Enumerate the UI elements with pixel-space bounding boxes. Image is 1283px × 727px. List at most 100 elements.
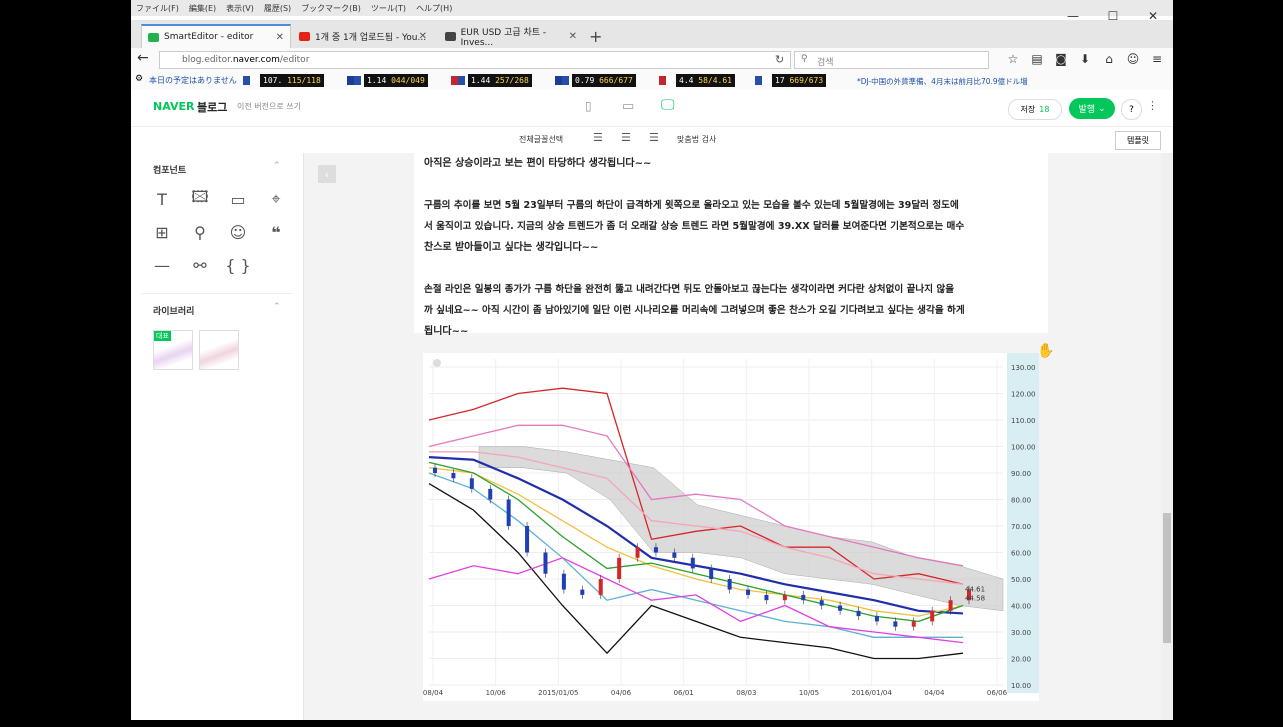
close-tab-icon[interactable]: ✕: [419, 31, 427, 42]
x-tick-label: 04/06: [611, 689, 632, 697]
tab-smarteditor[interactable]: SmartEditor - editor ✕: [141, 24, 291, 48]
collapse-icon[interactable]: ⌃: [273, 302, 281, 312]
tablet-view-icon[interactable]: ▭: [622, 99, 634, 114]
url-prefix: blog.editor.: [182, 55, 233, 65]
ticker-note: 本日の予定はありません: [149, 76, 237, 85]
menu-edit[interactable]: 編集(E): [184, 0, 221, 14]
paragraph: [424, 258, 1049, 279]
template-button[interactable]: 템플릿: [1115, 131, 1161, 150]
sticker-component-icon[interactable]: ☺: [225, 221, 251, 243]
pocket-icon[interactable]: ◙: [1049, 52, 1073, 66]
candle-body: [948, 600, 953, 611]
tab-label: 1개 중 1개 업로드됨 - You...: [315, 32, 427, 43]
candle-body: [819, 600, 824, 606]
pc-view-icon[interactable]: 🖵: [661, 97, 675, 113]
divider-component-icon[interactable]: —: [149, 254, 175, 276]
naver-logo[interactable]: NAVER: [153, 100, 194, 113]
file-component-icon[interactable]: ⊞: [149, 221, 175, 243]
scrollbar[interactable]: [1161, 153, 1173, 720]
mobile-view-icon[interactable]: ▯: [585, 99, 592, 113]
new-tab-icon[interactable]: +: [589, 27, 602, 46]
candle-body: [801, 594, 806, 601]
candle-body: [617, 557, 622, 579]
browser-window: ファイル(F) 編集(E) 表示(V) 履歴(S) ブックマーク(B) ツール(T) ヘルプ…: [131, 0, 1173, 720]
flag-icon: [347, 76, 361, 85]
ticker-eurusd[interactable]: 1.14 044/049: [347, 74, 428, 87]
candle-body: [451, 473, 456, 479]
ticker-quote: 115/118: [287, 76, 321, 85]
chevron-down-icon: ⌄: [1095, 103, 1106, 114]
flag-icon: [659, 76, 673, 85]
blog-header: NAVER 블로그 이전 버전으로 쓰기 ▯ ▭ 🖵 저장 18 발행 ⌄ ? …: [131, 90, 1173, 127]
ticker-dow[interactable]: 17 669/673: [755, 74, 827, 87]
news-ticker[interactable]: *DJ-中国の外貨準備、4月末は前月比70.9億ドル増: [857, 76, 1028, 87]
menu-tools[interactable]: ツール(T): [366, 0, 411, 14]
save-button[interactable]: 저장 18: [1008, 99, 1062, 120]
tab-investing[interactable]: EUR USD 고급 차트 - Inves... ✕: [439, 24, 583, 48]
collapse-icon[interactable]: ⌃: [273, 161, 281, 171]
scrollbar-thumb[interactable]: [1163, 513, 1171, 643]
code-component-icon[interactable]: { }: [225, 254, 251, 276]
ticker-value: 1.14: [367, 76, 387, 85]
help-button[interactable]: ?: [1121, 99, 1142, 120]
reload-icon[interactable]: ↻: [775, 53, 784, 66]
ticker-usdjpy[interactable]: 107. 115/118: [243, 74, 324, 87]
bookmark-star-icon[interactable]: ☆: [1001, 52, 1025, 66]
publish-button[interactable]: 발행 ⌄: [1069, 98, 1115, 119]
menu-help[interactable]: ヘルプ(H): [411, 0, 457, 14]
chart-image[interactable]: 130.00 120.00 110.00 100.00 90.00 80.00 70.00 6…: [423, 353, 1039, 701]
ticker-audusd[interactable]: 0.79 666/677: [555, 74, 636, 87]
old-version-link[interactable]: 이전 버전으로 쓰기: [237, 101, 301, 112]
align-right-icon[interactable]: ☰: [649, 131, 659, 144]
search-component-icon[interactable]: ⚲: [187, 221, 213, 243]
text-component-icon[interactable]: T: [149, 188, 175, 210]
chat-icon[interactable]: ☺: [1121, 52, 1145, 66]
ticker-gbpusd[interactable]: 1.44 257/268: [451, 74, 532, 87]
desktop-background: [1173, 0, 1283, 727]
panel-toggle-icon[interactable]: ‹: [318, 165, 336, 183]
back-icon[interactable]: ←: [137, 50, 149, 66]
align-center-icon[interactable]: ☰: [621, 131, 631, 144]
menu-view[interactable]: 表示(V): [221, 0, 259, 14]
y-tick-label: 10.00: [1011, 682, 1031, 690]
link-component-icon[interactable]: ⚯: [187, 254, 213, 276]
divider: [141, 293, 293, 294]
candle-body: [653, 547, 658, 553]
search-placeholder: 검색: [817, 58, 834, 68]
paragraph: 구름의 추이를 보면 5월 23일부터 구름의 하단이 급격하게 윗쪽으로 올라…: [424, 200, 959, 211]
tab-youtube[interactable]: 1개 중 1개 업로드됨 - You... ✕: [293, 24, 433, 48]
x-tick-label: 2016/01/04: [851, 689, 892, 697]
flag-icon: [451, 76, 465, 85]
url-domain: naver.com: [232, 55, 280, 65]
image-component-icon[interactable]: 🖾: [187, 187, 213, 210]
url-bar[interactable]: blog.editor.naver.com/editor: [159, 51, 791, 69]
more-options-icon[interactable]: ⋮: [1147, 99, 1158, 112]
x-tick-label: 08/03: [736, 689, 756, 697]
menu-bookmarks[interactable]: ブックマーク(B): [296, 0, 366, 14]
close-tab-icon[interactable]: ✕: [569, 31, 577, 42]
video-component-icon[interactable]: ▭: [225, 188, 251, 210]
hamburger-menu-icon[interactable]: ≡: [1145, 52, 1169, 66]
library-thumbnail[interactable]: 대표: [153, 330, 193, 370]
ticker-gbpjpy[interactable]: 4.4 58/4.61: [659, 74, 735, 87]
home-icon[interactable]: ⌂: [1097, 52, 1121, 66]
settings-gear-icon[interactable]: ⚙: [135, 74, 143, 84]
spellcheck-button[interactable]: 맞춤법 검사: [677, 134, 716, 145]
candle-body: [856, 610, 861, 617]
align-left-icon[interactable]: ☰: [593, 131, 603, 144]
reading-list-icon[interactable]: ▤: [1025, 52, 1049, 66]
quote-component-icon[interactable]: ❝: [263, 221, 289, 243]
ticker-quote: 257/268: [495, 76, 529, 85]
menu-file[interactable]: ファイル(F): [131, 0, 184, 14]
place-component-icon[interactable]: ⌖: [263, 188, 289, 210]
candle-body: [580, 589, 585, 595]
x-tick-label: 08/04: [423, 689, 444, 697]
search-bar[interactable]: 검색: [794, 51, 989, 69]
close-tab-icon[interactable]: ✕: [276, 32, 284, 43]
download-icon[interactable]: ⬇: [1073, 52, 1097, 66]
menu-history[interactable]: 履歴(S): [259, 0, 296, 14]
text-block[interactable]: 아직은 상승이라고 보는 편이 타당하다 생각됩니다~~ 구름의 추이를 보면 …: [414, 153, 1049, 337]
save-count: 18: [1039, 105, 1050, 114]
font-select[interactable]: 전체글꼴선택: [519, 134, 563, 145]
library-thumbnail[interactable]: [199, 330, 239, 370]
